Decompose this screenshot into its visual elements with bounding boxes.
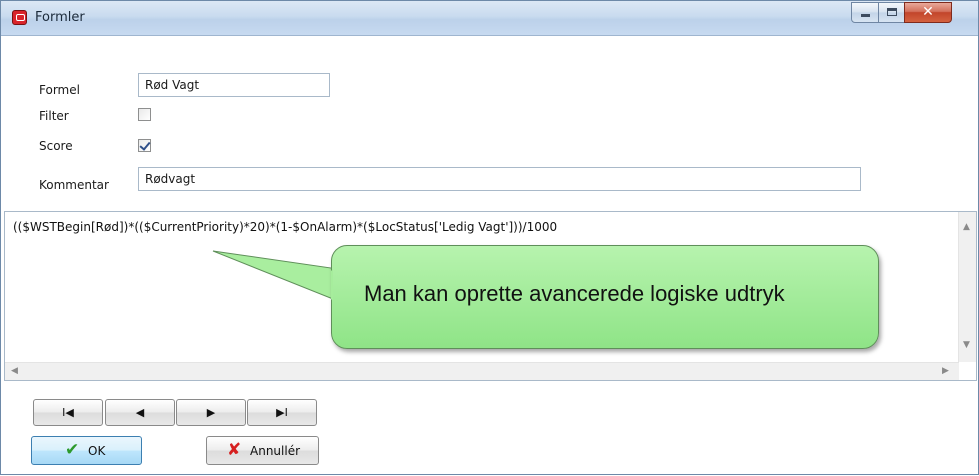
next-record-button[interactable]: ▶	[176, 399, 246, 426]
previous-record-button[interactable]: ◀	[105, 399, 175, 426]
formula-expression[interactable]: (($WSTBegin[Rød])*(($CurrentPriority)*20…	[13, 220, 557, 234]
first-icon: I◀	[62, 406, 74, 419]
kommentar-label: Kommentar	[39, 178, 109, 192]
score-checkbox[interactable]	[138, 139, 151, 152]
minimize-button[interactable]	[851, 2, 879, 23]
close-icon: ✕	[922, 4, 934, 20]
formler-dialog: Formler ✕ Formel Rød Vagt Filter Score K…	[0, 0, 979, 475]
maximize-icon	[887, 8, 897, 16]
callout-tooltip: Man kan oprette avancerede logiske udtry…	[331, 245, 879, 349]
cancel-label: Annullér	[250, 444, 301, 458]
previous-icon: ◀	[135, 406, 145, 419]
scroll-down-icon[interactable]: ▼	[963, 340, 970, 350]
first-record-button[interactable]: I◀	[33, 399, 103, 426]
scroll-left-icon[interactable]: ◀	[11, 366, 18, 376]
callout-text: Man kan oprette avancerede logiske udtry…	[364, 281, 785, 306]
maximize-button[interactable]	[878, 2, 905, 23]
formel-input[interactable]: Rød Vagt	[138, 73, 330, 97]
window-title: Formler	[35, 10, 85, 25]
title-bar[interactable]: Formler ✕	[1, 1, 978, 36]
close-button[interactable]: ✕	[904, 2, 952, 23]
last-icon: ▶I	[276, 406, 288, 419]
kommentar-input[interactable]: Rødvagt	[138, 167, 861, 191]
minimize-icon	[861, 14, 870, 17]
horizontal-scrollbar[interactable]: ◀ ▶	[5, 362, 959, 380]
score-label: Score	[39, 139, 73, 153]
next-icon: ▶	[206, 406, 216, 419]
cross-icon: ✘	[227, 440, 242, 460]
filter-label: Filter	[39, 109, 69, 123]
formel-label: Formel	[39, 83, 80, 97]
checkmark-icon: ✔	[65, 440, 80, 460]
vertical-scrollbar[interactable]: ▲ ▼	[958, 212, 976, 362]
cancel-button[interactable]: ✘ Annullér	[206, 436, 319, 465]
filter-checkbox[interactable]	[138, 108, 151, 121]
app-icon	[12, 10, 27, 25]
ok-button[interactable]: ✔ OK	[31, 436, 142, 465]
last-record-button[interactable]: ▶I	[247, 399, 317, 426]
ok-label: OK	[88, 444, 106, 458]
scroll-up-icon[interactable]: ▲	[963, 222, 970, 232]
scroll-right-icon[interactable]: ▶	[942, 366, 949, 376]
